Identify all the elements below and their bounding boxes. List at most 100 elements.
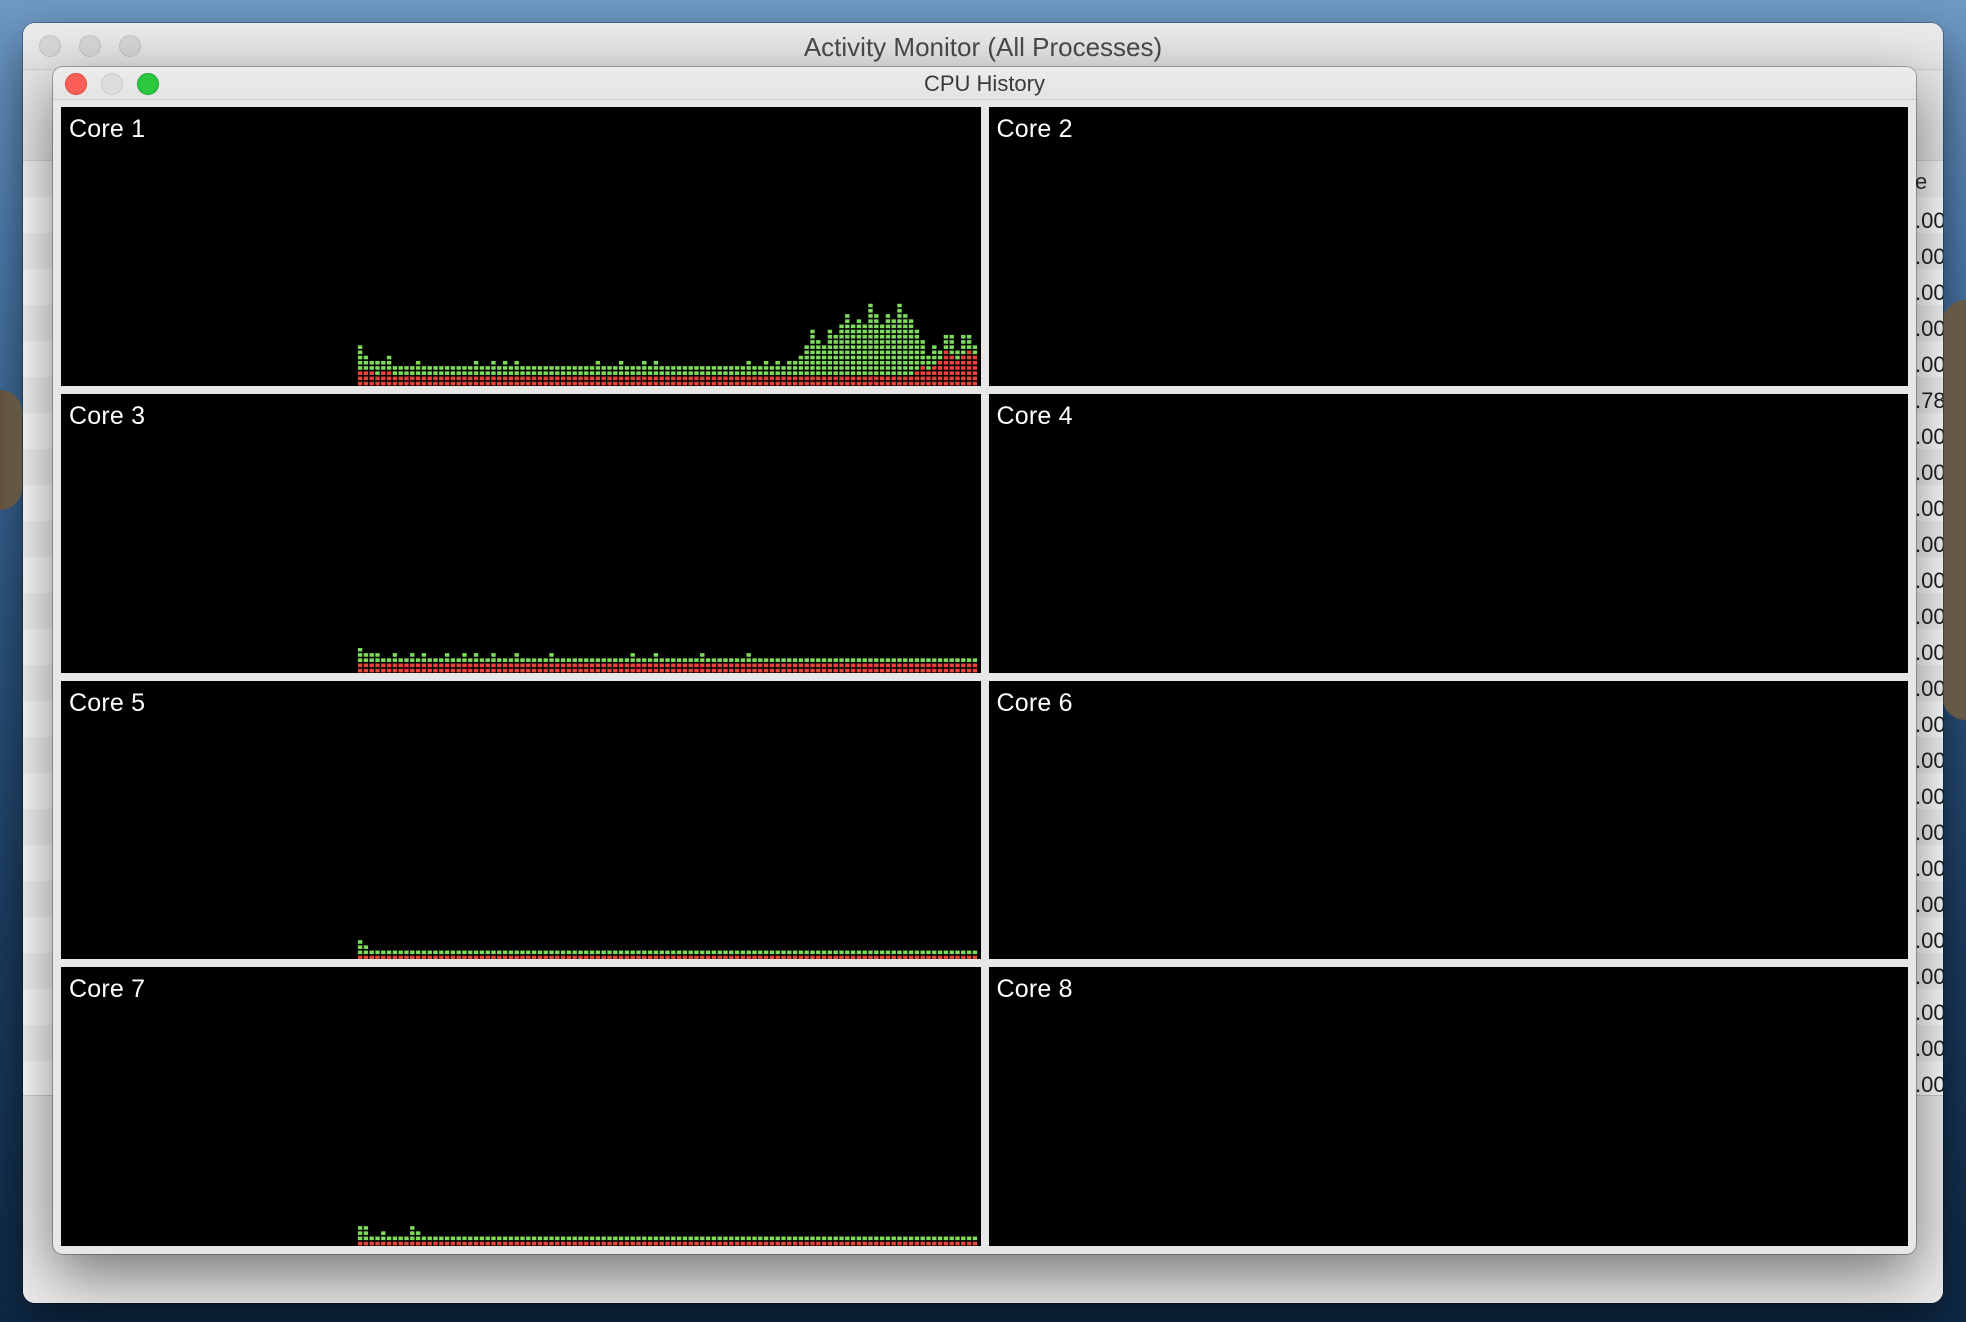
user-load-cell bbox=[427, 658, 432, 662]
user-load-cell bbox=[798, 658, 804, 662]
user-load-cell bbox=[955, 1236, 960, 1241]
system-load-cell bbox=[769, 955, 775, 959]
user-load-cell bbox=[595, 950, 601, 954]
user-load-cell bbox=[398, 950, 403, 954]
system-load-cell bbox=[601, 663, 606, 667]
user-load-cell bbox=[555, 366, 560, 370]
system-load-cell bbox=[943, 360, 949, 365]
system-load-cell bbox=[543, 663, 548, 667]
system-load-cell bbox=[531, 955, 537, 959]
system-load-cell bbox=[775, 376, 780, 381]
user-load-cell bbox=[572, 950, 577, 954]
user-load-cell bbox=[961, 658, 966, 662]
system-load-cell bbox=[444, 663, 450, 667]
user-load-cell bbox=[485, 950, 490, 954]
user-load-cell bbox=[624, 366, 630, 370]
system-load-cell bbox=[421, 955, 427, 959]
user-load-cell bbox=[439, 658, 444, 662]
system-load-cell bbox=[502, 1242, 508, 1246]
user-load-cell bbox=[839, 366, 844, 370]
user-load-cell bbox=[781, 1236, 786, 1241]
system-load-cell bbox=[868, 376, 873, 381]
cpu-history-titlebar[interactable]: CPU History bbox=[53, 67, 1916, 100]
user-load-cell bbox=[700, 652, 705, 657]
user-load-cell bbox=[543, 366, 548, 370]
system-load-cell bbox=[572, 668, 577, 673]
system-load-cell bbox=[763, 663, 769, 667]
user-load-cell bbox=[885, 334, 891, 339]
system-load-cell bbox=[514, 668, 519, 673]
system-load-cell bbox=[357, 663, 363, 667]
system-load-cell bbox=[392, 668, 398, 673]
system-load-cell bbox=[398, 376, 403, 381]
system-load-cell bbox=[966, 1242, 972, 1246]
system-load-cell bbox=[833, 955, 838, 959]
system-load-cell bbox=[595, 1242, 601, 1246]
user-load-cell bbox=[937, 350, 943, 355]
user-load-cell bbox=[926, 658, 931, 662]
user-load-cell bbox=[862, 334, 867, 339]
system-load-cell bbox=[879, 1242, 885, 1246]
system-load-cell bbox=[688, 663, 693, 667]
system-load-cell bbox=[560, 955, 566, 959]
user-load-cell bbox=[908, 355, 914, 360]
user-load-cell bbox=[682, 366, 688, 370]
user-load-cell bbox=[787, 360, 792, 365]
system-load-cell bbox=[415, 955, 421, 959]
system-load-cell bbox=[711, 1242, 717, 1246]
user-load-cell bbox=[740, 1236, 746, 1241]
system-load-cell bbox=[734, 1242, 740, 1246]
system-load-cell bbox=[700, 381, 705, 386]
user-load-cell bbox=[694, 658, 699, 662]
system-load-cell bbox=[624, 376, 630, 381]
user-load-cell bbox=[827, 350, 833, 355]
system-load-cell bbox=[723, 955, 728, 959]
user-load-cell bbox=[549, 366, 554, 370]
column-header[interactable]: e bbox=[1915, 161, 1943, 203]
user-load-cell bbox=[647, 1236, 653, 1241]
user-load-cell bbox=[665, 1236, 670, 1241]
user-load-cell bbox=[520, 950, 525, 954]
core-history-chart bbox=[989, 107, 1909, 386]
user-load-cell bbox=[444, 371, 450, 375]
system-load-cell bbox=[642, 668, 647, 673]
user-load-cell bbox=[949, 350, 954, 355]
user-load-cell bbox=[839, 371, 844, 375]
system-load-cell bbox=[502, 955, 508, 959]
system-load-cell bbox=[903, 663, 908, 667]
user-load-cell bbox=[636, 658, 641, 662]
system-load-cell bbox=[694, 376, 699, 381]
system-load-cell bbox=[862, 1242, 867, 1246]
system-load-cell bbox=[682, 663, 688, 667]
core-history-chart bbox=[357, 939, 978, 959]
system-load-cell bbox=[531, 1242, 537, 1246]
user-load-cell bbox=[520, 1236, 525, 1241]
system-load-cell bbox=[862, 668, 867, 673]
system-load-cell bbox=[937, 360, 943, 365]
user-load-cell bbox=[630, 652, 635, 657]
system-load-cell bbox=[891, 1242, 896, 1246]
system-load-cell bbox=[601, 668, 606, 673]
user-load-cell bbox=[879, 324, 885, 329]
system-load-cell bbox=[775, 668, 780, 673]
user-load-cell bbox=[479, 950, 485, 954]
user-load-cell bbox=[381, 1236, 386, 1241]
system-load-cell bbox=[943, 663, 949, 667]
system-load-cell bbox=[868, 381, 873, 386]
user-load-cell bbox=[850, 350, 856, 355]
user-load-cell bbox=[514, 360, 519, 365]
user-load-cell bbox=[717, 950, 722, 954]
user-load-cell bbox=[845, 345, 850, 349]
user-load-cell bbox=[914, 360, 920, 365]
system-load-cell bbox=[415, 663, 421, 667]
system-load-cell bbox=[856, 381, 862, 386]
system-load-cell bbox=[462, 668, 467, 673]
system-load-cell bbox=[932, 668, 937, 673]
system-load-cell bbox=[386, 1242, 392, 1246]
system-load-cell bbox=[734, 381, 740, 386]
system-load-cell bbox=[485, 1242, 490, 1246]
activity-monitor-titlebar[interactable]: Activity Monitor (All Processes) bbox=[23, 23, 1943, 70]
core-history-chart bbox=[989, 967, 1909, 1246]
user-load-cell bbox=[618, 1236, 624, 1241]
system-load-cell bbox=[433, 668, 438, 673]
